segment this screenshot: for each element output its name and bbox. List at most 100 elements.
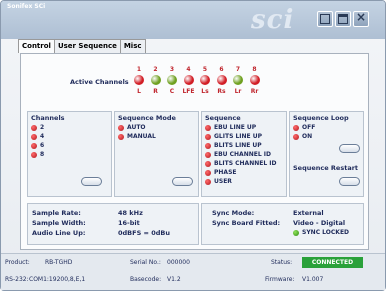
- channel-option-8[interactable]: 8: [31, 151, 44, 158]
- channel-8-led: [31, 151, 37, 158]
- audio-line-up-value: 0dBFS = 0dBu: [118, 229, 170, 237]
- minimize-button[interactable]: [317, 11, 333, 27]
- channel-2-led: [31, 124, 37, 131]
- channel-6-led: [31, 142, 37, 149]
- channel-number-4: 4: [186, 66, 191, 73]
- channel-number-5: 5: [202, 66, 208, 73]
- window-title: Sonifex SCi: [7, 3, 46, 10]
- connection-status-badge: CONNECTED: [302, 257, 363, 268]
- firmware-value: V1.007: [302, 276, 324, 283]
- channel-4-led: [31, 133, 37, 140]
- channel-letter-c: C: [169, 88, 175, 95]
- sample-width-value: 16-bit: [118, 219, 140, 227]
- auto-led: [118, 124, 124, 131]
- sequence-mode-toggle-button[interactable]: [172, 177, 193, 186]
- maximize-icon: [338, 14, 348, 24]
- audio-line-up-label: Audio Line Up:: [32, 229, 86, 237]
- basecode-value: V1.2: [167, 276, 181, 283]
- sequence-restart-title: Sequence Restart: [293, 164, 359, 172]
- sequence-phase[interactable]: PHASE: [205, 169, 236, 176]
- sync-board-value: Video - Digital: [293, 219, 346, 227]
- tab-control[interactable]: Control: [18, 39, 55, 53]
- ebu-line-up-led: [205, 124, 211, 131]
- sequence-loop-title: Sequence Loop: [293, 114, 349, 122]
- sequence-mode-title: Sequence Mode: [118, 114, 176, 122]
- channel-number-1: 1: [136, 66, 142, 73]
- channel-led-7[interactable]: [233, 75, 243, 85]
- channel-led-2[interactable]: [150, 75, 161, 85]
- ebu-channel-id-led: [205, 151, 211, 158]
- channels-title: Channels: [31, 114, 65, 122]
- user-led: [205, 178, 211, 185]
- channel-led-8[interactable]: [249, 75, 260, 85]
- maximize-button[interactable]: [335, 11, 351, 27]
- channel-option-2[interactable]: 2: [31, 124, 44, 131]
- channel-letter-lr: Lr: [234, 88, 242, 95]
- product-label: Product:: [5, 259, 30, 266]
- serial-label: Serial No.:: [130, 259, 161, 266]
- close-icon: ×: [355, 10, 367, 24]
- channel-number-7: 7: [235, 66, 241, 73]
- channel-letter-l: L: [137, 88, 141, 95]
- channel-number-6: 6: [219, 66, 224, 73]
- channel-number-3: 3: [169, 66, 175, 73]
- firmware-label: Firmware:: [265, 276, 295, 283]
- channel-led-3[interactable]: [167, 75, 177, 85]
- channel-letter-rs: Rs: [217, 88, 226, 95]
- sequence-ebu-line-up[interactable]: EBU LINE UP: [205, 124, 256, 131]
- blits-channel-id-led: [205, 160, 211, 167]
- close-button[interactable]: ×: [353, 10, 369, 27]
- sync-mode-value: External: [293, 209, 324, 217]
- sci-logo: sci: [251, 5, 295, 35]
- sequence-glits-line-up[interactable]: GLITS LINE UP: [205, 133, 262, 140]
- status-label: Status:: [271, 259, 293, 266]
- channel-led-4[interactable]: [183, 75, 194, 85]
- channel-option-6[interactable]: 6: [31, 142, 44, 149]
- loop-on-led: [293, 133, 299, 140]
- sequence-loop-on[interactable]: ON: [293, 133, 312, 140]
- tab-user-sequence[interactable]: User Sequence: [53, 39, 121, 53]
- active-channels-label: Active Channels: [70, 78, 129, 86]
- channel-option-4[interactable]: 4: [31, 133, 44, 140]
- channel-letter-r: R: [153, 88, 158, 95]
- glits-line-up-led: [205, 133, 211, 140]
- sync-locked-indicator: SYNC LOCKED: [293, 229, 349, 236]
- sequence-blits-line-up[interactable]: BLITS LINE UP: [205, 142, 262, 149]
- tab-bar: Control User Sequence Misc: [18, 39, 146, 53]
- basecode-label: Basecode:: [130, 276, 162, 283]
- sync-board-label: Sync Board Fitted:: [212, 219, 281, 227]
- sample-rate-value: 48 kHz: [118, 209, 143, 217]
- minimize-icon: [320, 14, 330, 24]
- tab-misc[interactable]: Misc: [119, 39, 146, 53]
- sequence-title: Sequence: [205, 114, 241, 122]
- sync-locked-led: [293, 229, 299, 236]
- title-bar[interactable]: Sonifex SCi sci ×: [1, 1, 385, 39]
- channel-led-6[interactable]: [216, 75, 227, 85]
- channel-number-2: 2: [153, 66, 158, 73]
- rs232-value: COM1:19200,8,E,1: [29, 276, 86, 283]
- channel-letter-ls: Ls: [201, 88, 209, 95]
- loop-off-led: [293, 124, 299, 131]
- sequence-blits-channel-id[interactable]: BLITS CHANNEL ID: [205, 160, 276, 167]
- channel-number-8: 8: [252, 66, 257, 73]
- channel-led-5[interactable]: [200, 75, 210, 85]
- serial-value: 000000: [167, 259, 190, 266]
- channel-letter-lfe: LFE: [182, 88, 195, 95]
- sample-rate-label: Sample Rate:: [32, 209, 81, 217]
- sample-width-label: Sample Width:: [32, 219, 86, 227]
- app-window: Sonifex SCi sci × Control User Sequence …: [0, 0, 386, 291]
- sequence-restart-button[interactable]: [339, 177, 360, 186]
- sequence-ebu-channel-id[interactable]: EBU CHANNEL ID: [205, 151, 271, 158]
- sequence-mode-auto[interactable]: AUTO: [118, 124, 146, 131]
- rs232-label: RS-232:: [5, 276, 29, 283]
- blits-line-up-led: [205, 142, 211, 149]
- channel-letter-rr: Rr: [250, 88, 259, 95]
- sequence-mode-manual[interactable]: MANUAL: [118, 133, 156, 140]
- channels-toggle-button[interactable]: [81, 177, 102, 186]
- sequence-loop-toggle-button[interactable]: [339, 144, 360, 153]
- product-value: RB-TGHD: [45, 259, 73, 266]
- channel-led-1[interactable]: [134, 75, 144, 85]
- sequence-loop-off[interactable]: OFF: [293, 124, 315, 131]
- sequence-user[interactable]: USER: [205, 178, 232, 185]
- phase-led: [205, 169, 211, 176]
